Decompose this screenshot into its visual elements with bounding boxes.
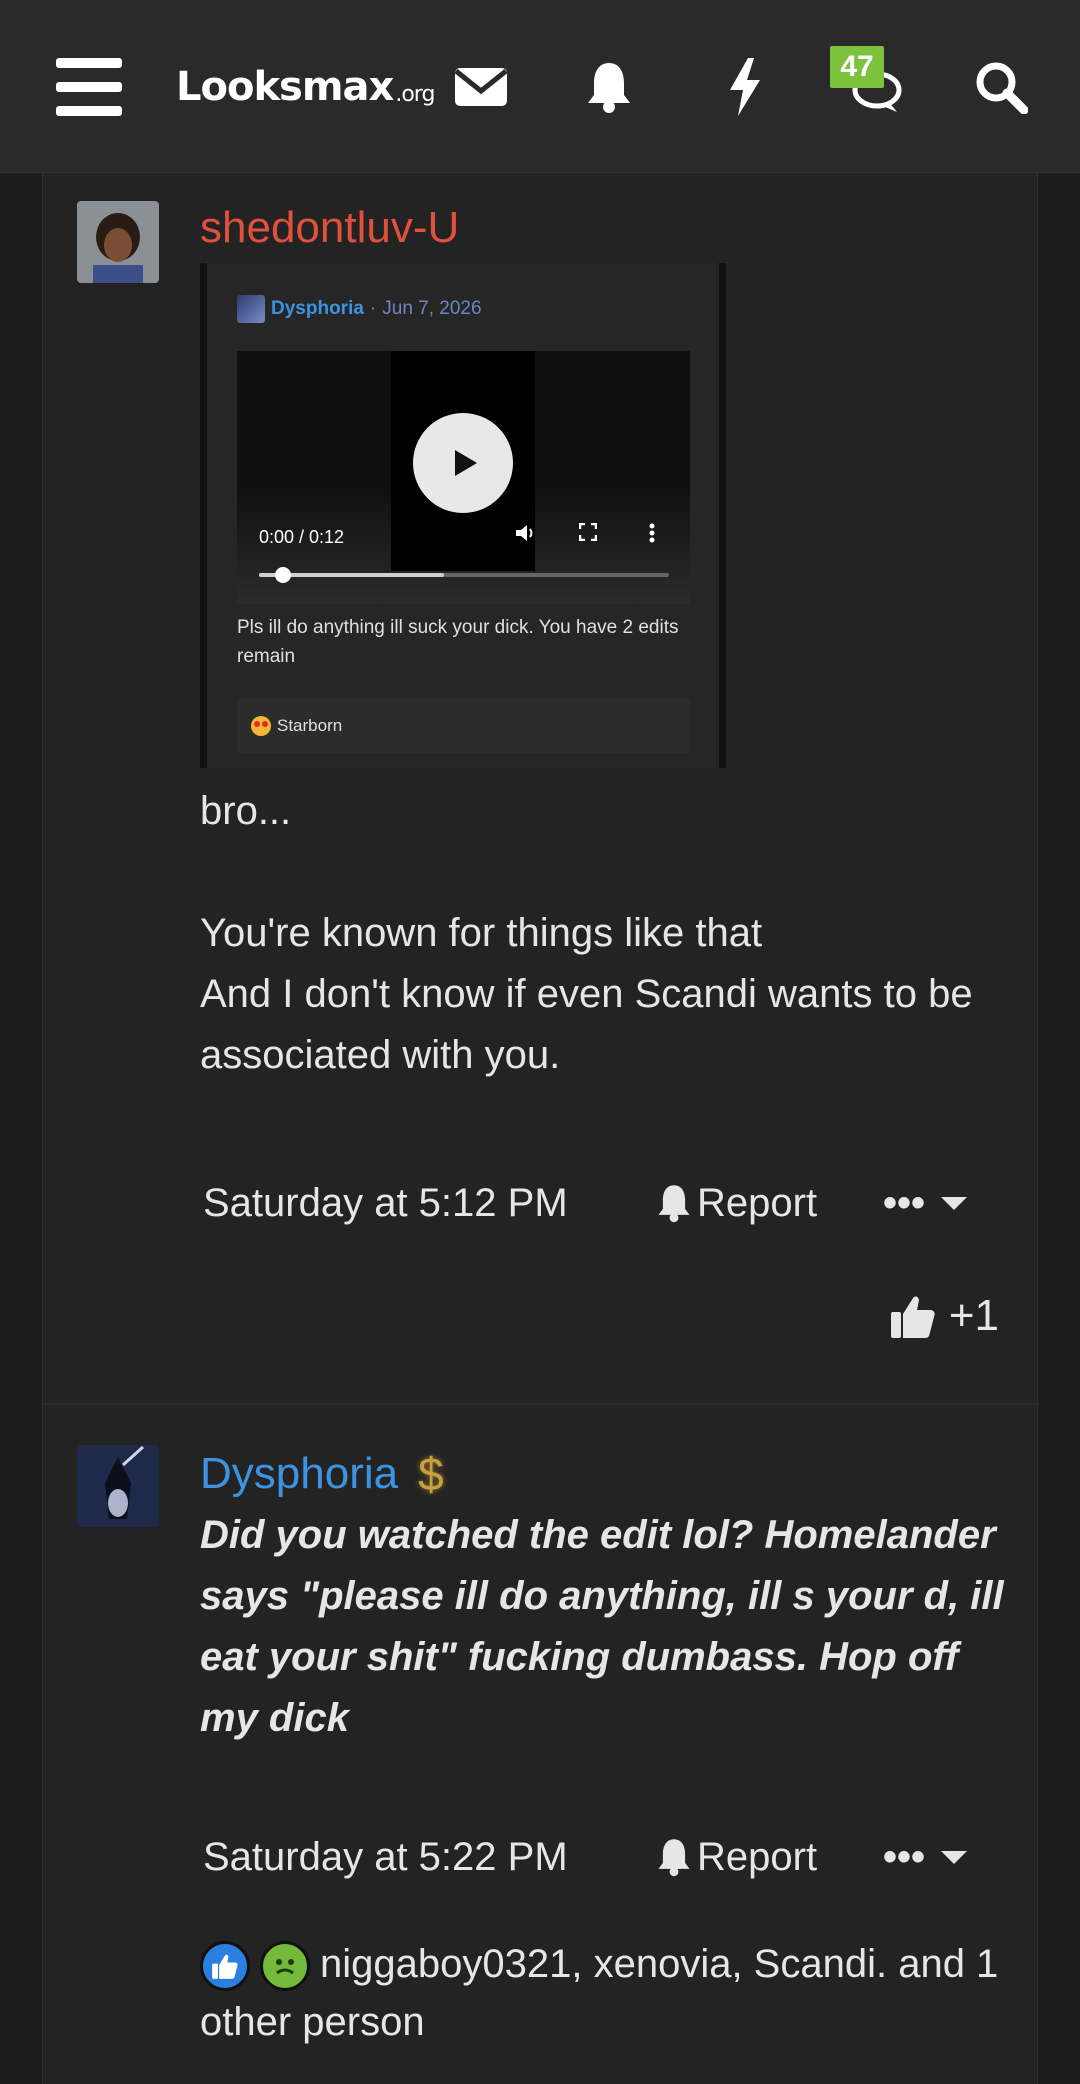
embed-date[interactable]: Jun 7, 2026: [382, 298, 481, 320]
report-button[interactable]: Report: [657, 1181, 883, 1226]
logo-text: Looksmax: [176, 63, 394, 110]
post-author[interactable]: Dysphoria: [200, 1449, 398, 1499]
bell-icon: [658, 1839, 690, 1877]
post: Dysphoria $ Did you watched the edit lol…: [43, 1407, 1039, 2084]
ellipsis-icon: •••: [883, 1180, 926, 1225]
video-scrub-handle[interactable]: [275, 567, 291, 583]
menu-icon[interactable]: [48, 0, 130, 173]
volume-icon[interactable]: [515, 523, 537, 549]
alerts-bell-icon[interactable]: [576, 0, 642, 173]
post-body: Did you watched the edit lol? Homelander…: [200, 1513, 1004, 1740]
reactions-users: niggaboy0321, xenovia, Scandi. and 1 oth…: [200, 1942, 999, 2044]
post-body-line: You're known for things like that: [200, 911, 763, 955]
post-body-line: bro...: [200, 789, 292, 833]
embed-separator: ·: [369, 298, 377, 319]
dollar-badge-icon: $: [418, 1448, 444, 1500]
embed-avatar: [237, 295, 265, 323]
like-reaction-icon: [200, 1941, 250, 1992]
logo-suffix: .org: [395, 82, 435, 107]
post-author-row: Dysphoria $: [200, 1447, 444, 1501]
avatar[interactable]: [77, 201, 159, 283]
video-progress-bar[interactable]: [259, 567, 669, 583]
bell-icon: [658, 1185, 690, 1223]
reactions-summary[interactable]: niggaboy0321, xenovia, Scandi. and 1 oth…: [200, 1935, 1020, 2051]
video-options-icon[interactable]: [649, 523, 655, 549]
report-label: Report: [697, 1834, 818, 1879]
fullscreen-icon[interactable]: [578, 522, 598, 547]
embed-author[interactable]: Dysphoria: [271, 298, 364, 320]
post-timestamp[interactable]: Saturday at 5:22 PM: [203, 1835, 657, 1880]
video-player[interactable]: 0:00 / 0:12: [237, 351, 690, 604]
post-meta: Saturday at 5:22 PM Report •••: [203, 1827, 968, 1887]
thread-column: shedontluv-U Dysphoria · Jun 7, 2026 0:0…: [42, 173, 1039, 2084]
report-label: Report: [697, 1180, 818, 1225]
top-bar: Looksmax .org 47: [0, 0, 1080, 173]
inbox-icon[interactable]: [448, 0, 514, 173]
more-options-button[interactable]: •••: [883, 1834, 968, 1880]
more-options-button[interactable]: •••: [883, 1180, 968, 1226]
caret-down-icon: [941, 1850, 968, 1864]
search-icon[interactable]: [966, 0, 1036, 173]
reaction-score-value: +1: [948, 1291, 999, 1340]
embed-header: Dysphoria · Jun 7, 2026: [237, 295, 482, 323]
site-logo[interactable]: Looksmax .org: [176, 0, 435, 173]
report-button[interactable]: Report: [657, 1835, 883, 1880]
ellipsis-icon: •••: [883, 1834, 926, 1879]
reaction-score[interactable]: +1: [889, 1291, 999, 1341]
post-meta: Saturday at 5:12 PM Report •••: [203, 1173, 968, 1233]
thumbs-up-icon: [890, 1296, 935, 1338]
embedded-post[interactable]: Dysphoria · Jun 7, 2026 0:00 / 0:12 Pls …: [200, 263, 726, 768]
embed-text: Pls ill do anything ill suck your dick. …: [237, 617, 679, 667]
post-body-block: You're known for things like that And I …: [200, 903, 1000, 1086]
post-author[interactable]: shedontluv-U: [200, 203, 459, 253]
conversations-count-badge: 47: [830, 46, 884, 88]
embed-reaction-name: Starborn: [277, 716, 343, 735]
play-icon[interactable]: [413, 413, 513, 513]
post: shedontluv-U Dysphoria · Jun 7, 2026 0:0…: [43, 173, 1039, 1405]
post-body-line: And I don't know if even Scandi wants to…: [200, 972, 973, 1077]
caret-down-icon: [941, 1196, 968, 1210]
post-timestamp[interactable]: Saturday at 5:12 PM: [203, 1181, 657, 1226]
nauseated-reaction-icon: [260, 1941, 310, 1992]
whats-new-bolt-icon[interactable]: [712, 0, 778, 173]
avatar[interactable]: [77, 1445, 159, 1527]
video-time: 0:00 / 0:12: [259, 527, 345, 547]
embed-reaction-bar[interactable]: Starborn: [237, 699, 690, 753]
heart-eyes-emoji-icon: [251, 716, 271, 736]
